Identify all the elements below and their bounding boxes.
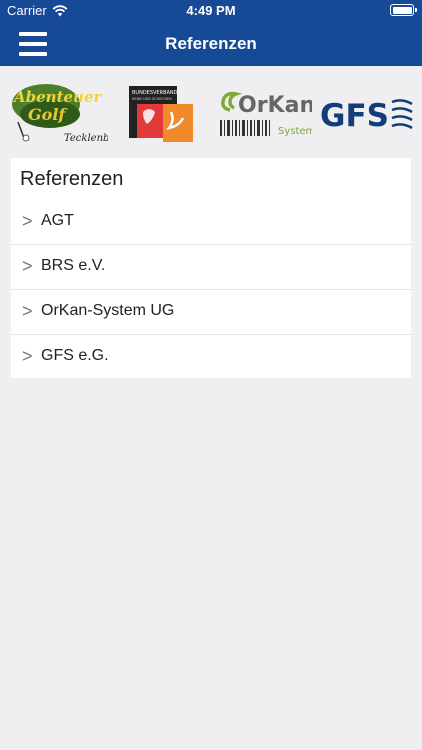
orkan-logo[interactable]: OrKan System [218, 90, 312, 138]
svg-text:Tecklenburg: Tecklenburg [64, 133, 108, 144]
chevron-right-icon: > [22, 346, 33, 366]
status-bar: Carrier 4:49 PM [0, 0, 422, 22]
battery-icon [390, 4, 417, 16]
agt-logo[interactable]: Abenteuer Golf Tecklenburg [6, 78, 108, 146]
svg-text:OrKan: OrKan [238, 93, 312, 118]
nav-bar: Referenzen [0, 22, 422, 66]
status-time: 4:49 PM [186, 3, 236, 18]
list-item-label: GFS e.G. [41, 347, 109, 364]
list-item-gfs[interactable]: > GFS e.G. [11, 335, 411, 380]
list-item-label: OrKan-System UG [41, 302, 175, 319]
list-item-agt[interactable]: > AGT [11, 200, 411, 245]
svg-text:System: System [278, 126, 312, 137]
gfs-logo[interactable]: GFS [320, 94, 416, 134]
chevron-right-icon: > [22, 301, 33, 321]
page-title: Referenzen [165, 34, 257, 53]
list-item-brs[interactable]: > BRS e.V. [11, 245, 411, 290]
svg-text:Abenteuer: Abenteuer [12, 88, 102, 106]
svg-text:GFS: GFS [320, 98, 389, 134]
svg-text:Golf: Golf [28, 105, 68, 124]
card-title: Referenzen [20, 168, 124, 190]
chevron-right-icon: > [22, 256, 33, 276]
chevron-right-icon: > [22, 211, 33, 231]
svg-text:RENN UND SCHIESSEN: RENN UND SCHIESSEN [132, 97, 172, 101]
list-item-label: BRS e.V. [41, 257, 106, 274]
list-item-orkan[interactable]: > OrKan-System UG [11, 290, 411, 335]
references-card: Referenzen > AGT > BRS e.V. > OrKan-Syst… [11, 158, 411, 378]
logo-strip: Abenteuer Golf Tecklenburg BUNDESVERBAND… [0, 66, 422, 158]
svg-text:BUNDESVERBAND: BUNDESVERBAND [132, 90, 178, 96]
brs-logo[interactable]: BUNDESVERBAND RENN UND SCHIESSEN [129, 86, 193, 144]
list-item-label: AGT [41, 212, 74, 229]
